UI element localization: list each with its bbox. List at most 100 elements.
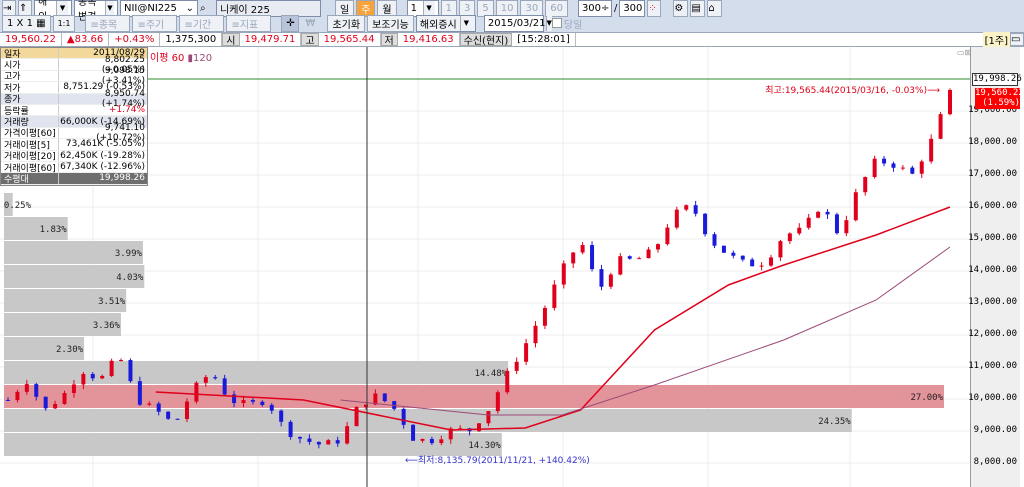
candle-body: [137, 381, 142, 405]
open-price: 19,479.71: [240, 33, 302, 46]
candle-body: [307, 438, 312, 442]
candle-body: [882, 158, 887, 164]
candle-body: [250, 400, 255, 402]
display-count: 300: [581, 2, 602, 14]
crosshair-icon[interactable]: ✛: [281, 14, 300, 32]
chart-area[interactable]: 0.25% 1.83% 3.99% 4.03% 3.51% 3.36% 2.30% 14.48…: [0, 47, 1024, 487]
candle-body: [590, 245, 595, 270]
tab-range[interactable]: ≡기간: [179, 14, 225, 32]
candle-body: [382, 393, 387, 402]
info-label: 시가: [1, 59, 59, 71]
candle-body: [326, 440, 331, 445]
tab-period[interactable]: ≡주기: [132, 14, 178, 32]
info-value: +1.74%: [108, 105, 145, 116]
tab-item[interactable]: ≡종목: [85, 14, 131, 32]
info-label: 거래이평[5]: [1, 139, 59, 151]
panel-close-icon[interactable]: ▭⊠: [957, 48, 971, 57]
save-icon[interactable]: ▤: [690, 0, 706, 17]
candle-body: [872, 158, 877, 178]
current-price: 19,560.22: [0, 33, 62, 46]
reset-button[interactable]: 초기화: [327, 14, 366, 32]
price-axis[interactable]: 19,000.00 18,000.00 17,000.00 16,000.00 15,0…: [968, 47, 1020, 487]
candle-body: [825, 211, 830, 215]
ma-legend-label: 이평: [150, 53, 169, 64]
candle-body: [439, 439, 444, 444]
y-tick-label: 9,000.00: [973, 425, 1017, 435]
y-tick-label: 11,000.00: [968, 361, 1017, 371]
candle-body: [834, 214, 839, 234]
candle-body: [627, 256, 632, 259]
candle-body: [646, 249, 651, 259]
high-label: 고: [301, 33, 319, 47]
overseas-market-select[interactable]: 해외증시 ▼: [415, 14, 476, 32]
candle-body: [891, 163, 896, 168]
maximize-icon[interactable]: ▭: [1010, 33, 1024, 46]
candle-body: [62, 393, 67, 404]
tools-icon[interactable]: ⌂: [707, 0, 723, 17]
currency-icon[interactable]: ₩: [301, 15, 319, 32]
toolbar-row-2: 1 X 1 ▦ 1:1 ≡종목 ≡주기 ≡기간 ≡지표 ✛ ₩ 초기화 보조기능…: [2, 14, 582, 32]
layout-button[interactable]: 1 X 1 ▦: [2, 14, 51, 32]
candle-body: [156, 403, 161, 412]
settings-icon[interactable]: ⚙: [673, 0, 689, 17]
y-tick-label: 12,000.00: [968, 329, 1017, 339]
price-change: ▲83.66: [62, 33, 110, 46]
ma-legend: 이평 60 ▮120: [150, 49, 212, 64]
y-tick-label: 15,000.00: [968, 233, 1017, 243]
candle-body: [298, 436, 303, 439]
color-icon[interactable]: ⁘: [647, 0, 662, 17]
low-label: 저: [380, 33, 398, 47]
quote-bar: 19,560.22 ▲83.66 +0.43% 1,375,300 시 19,4…: [0, 32, 1024, 47]
aux-function-button[interactable]: 보조기능: [367, 14, 414, 32]
same-day-checkbox[interactable]: [551, 18, 562, 28]
tab-indicator[interactable]: ≡지표: [226, 14, 272, 32]
candle-body: [34, 384, 39, 397]
info-row: 고가 9,098.15 (+3.41%): [1, 66, 147, 86]
candle-body: [241, 400, 246, 404]
price-chart[interactable]: 0.25% 1.83% 3.99% 4.03% 3.51% 3.36% 2.30% 14.48…: [0, 47, 1024, 487]
volume-profile-label: 1.83%: [40, 225, 68, 235]
chevron-down-icon: ⌄: [185, 2, 194, 14]
candle-body: [203, 377, 208, 383]
low-annotation: ⟵최저:8,135.79(2011/11/21, +140.42%): [405, 455, 590, 466]
candle-body: [53, 403, 58, 409]
update-time: [15:28:01]: [512, 33, 576, 46]
last-price-pct: (1.59%): [982, 98, 1020, 108]
candle-body: [561, 263, 566, 285]
candle-body: [759, 265, 764, 267]
candle-body: [938, 114, 943, 139]
candle-body: [797, 227, 802, 234]
candle-body: [335, 440, 340, 444]
count-value: 1: [410, 2, 417, 14]
layout-label: 1 X 1: [7, 17, 33, 29]
candle-body: [655, 244, 660, 250]
candle-body: [806, 217, 811, 228]
candle-body: [769, 257, 774, 266]
candle-body: [919, 161, 924, 174]
volume-profile-bar: [4, 433, 502, 456]
candle-body: [288, 421, 293, 437]
last-price-label: 19,560.22 (1.59%): [975, 88, 1024, 109]
candle-body: [533, 325, 538, 344]
display-count-stepper[interactable]: 300 ÷: [577, 0, 612, 17]
info-label: 고가: [1, 70, 59, 82]
date-picker[interactable]: 2015/03/21 ▼: [483, 14, 552, 32]
period-tag: [1주]: [982, 32, 1010, 47]
volume-profile-label: 3.36%: [93, 321, 121, 331]
info-header-label: 일자: [1, 48, 59, 60]
candle-body: [184, 401, 189, 420]
ma120-legend: 120: [193, 53, 213, 64]
grid-icon: ▦: [36, 17, 46, 29]
candle-body: [486, 411, 491, 424]
volume-profile-bar: [4, 385, 944, 408]
one-one-button[interactable]: 1:1: [52, 14, 76, 32]
volume-profile-bar: [4, 409, 852, 432]
info-value: 73,461K (-5.05%): [65, 139, 145, 150]
info-label: 거래이평[60]: [1, 161, 59, 174]
total-count-field[interactable]: 300: [619, 0, 646, 17]
candle-body: [929, 138, 934, 162]
volume-profile-label: 3.99%: [115, 249, 143, 259]
price-change-pct: +0.43%: [109, 33, 161, 46]
candle-body: [787, 233, 792, 242]
candle-body: [90, 374, 95, 379]
